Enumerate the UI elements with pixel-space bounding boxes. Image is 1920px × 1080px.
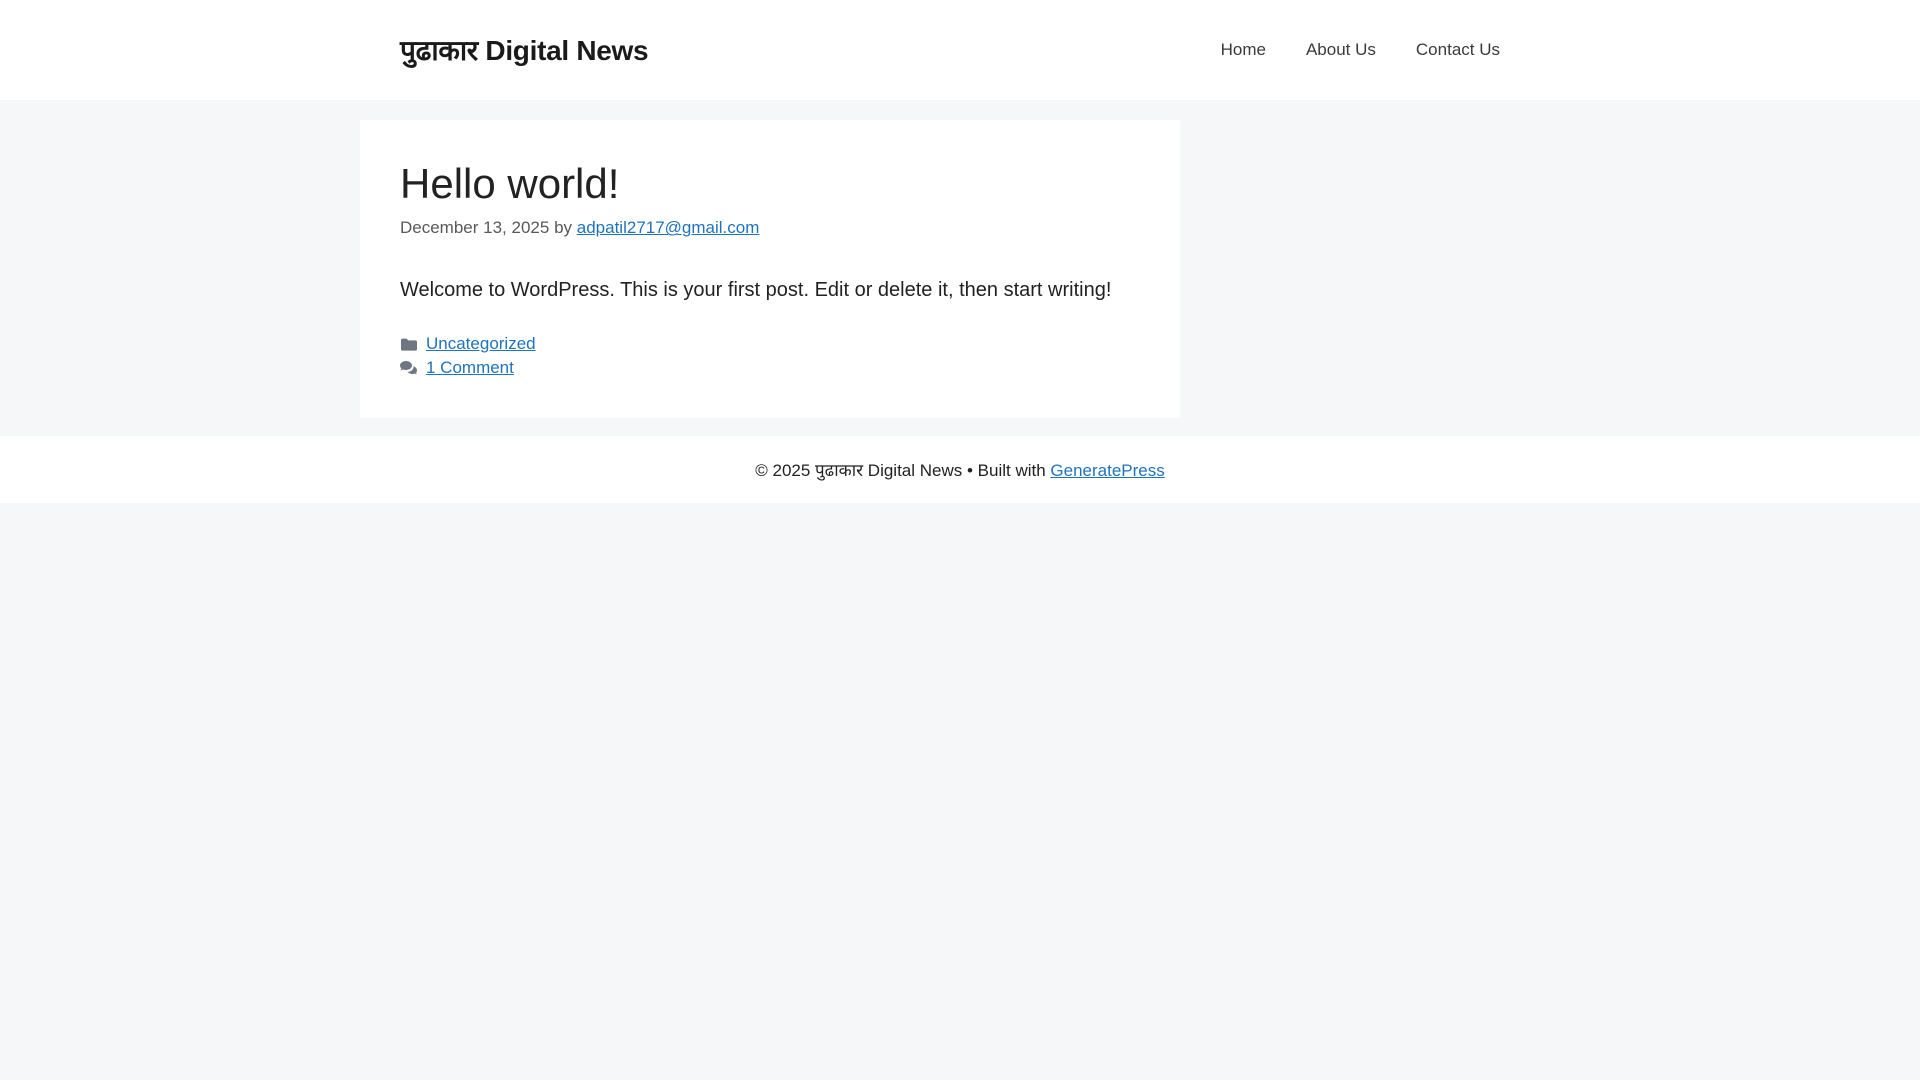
post-date: December 13, 2025 <box>400 218 550 238</box>
nav-link-contact-us[interactable]: Contact Us <box>1396 0 1520 100</box>
nav-item-contact-us: Contact Us <box>1396 0 1520 100</box>
site-footer: © 2025 पुढाकार Digital News • Built with… <box>0 436 1920 504</box>
post-body: Welcome to WordPress. This is your first… <box>400 279 1112 302</box>
category-link[interactable]: Uncategorized <box>426 334 536 354</box>
site-content: Hello world! December 13, 2025 by adpati… <box>360 120 1560 419</box>
post-card: Hello world! December 13, 2025 by adpati… <box>360 120 1180 419</box>
primary-nav: Home About Us Contact Us <box>1201 0 1520 100</box>
copyright-text: © 2025 पुढाकार Digital News • Built with <box>755 461 1046 481</box>
generatepress-link[interactable]: GeneratePress <box>1050 461 1164 480</box>
nav-link-home[interactable]: Home <box>1201 0 1286 100</box>
byline-label: by <box>554 218 573 238</box>
folder-icon <box>400 336 417 353</box>
author-link[interactable]: adpatil2717@gmail.com <box>577 218 760 237</box>
site-title-link[interactable]: पुढाकार Digital News <box>400 31 649 69</box>
nav-link-about-us[interactable]: About Us <box>1286 0 1396 100</box>
category-row: Uncategorized <box>400 334 1140 354</box>
header-container: पुढाकार Digital News Home About Us Conta… <box>360 0 1560 100</box>
comments-icon <box>400 360 417 377</box>
entry-footer: Uncategorized 1 Comment <box>400 334 1140 378</box>
nav-item-home: Home <box>1201 0 1286 100</box>
nav-item-about-us: About Us <box>1286 0 1396 100</box>
site-header: पुढाकार Digital News Home About Us Conta… <box>0 0 1920 100</box>
post-title: Hello world! <box>400 160 620 207</box>
comments-row: 1 Comment <box>400 358 1140 378</box>
comments-link[interactable]: 1 Comment <box>426 358 514 378</box>
post-meta: December 13, 2025 by adpatil2717@gmail.c… <box>400 218 1140 238</box>
